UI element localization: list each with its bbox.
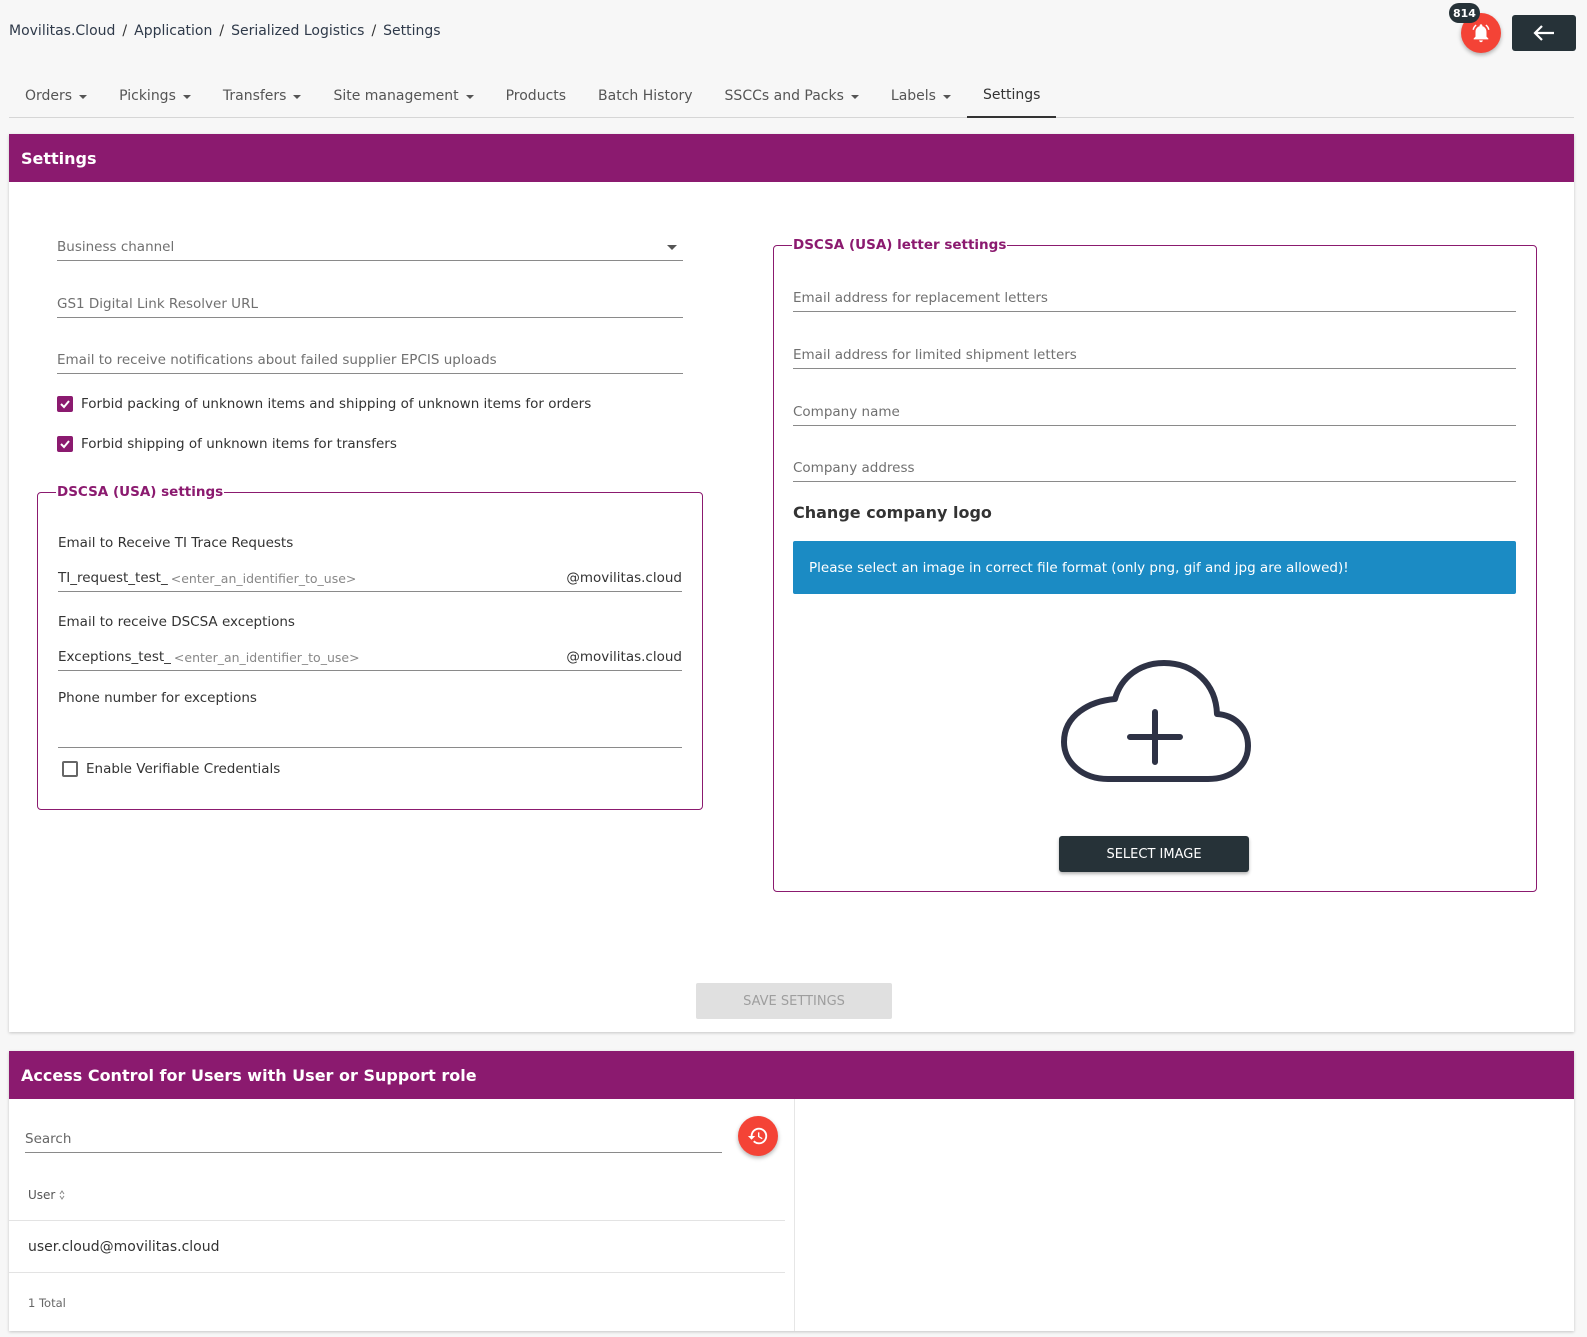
access-control-divider xyxy=(794,1099,795,1331)
forbid-packing-checkbox-row[interactable]: Forbid packing of unknown items and ship… xyxy=(57,396,591,412)
save-settings-button[interactable]: SAVE SETTINGS xyxy=(696,983,892,1019)
table-row-divider xyxy=(9,1272,785,1273)
exceptions-phone-label: Phone number for exceptions xyxy=(58,690,257,706)
select-image-button[interactable]: SELECT IMAGE xyxy=(1059,836,1249,872)
caret-down-icon xyxy=(182,95,191,99)
company-address-input[interactable]: Company address xyxy=(793,456,1516,482)
table-total: 1 Total xyxy=(28,1296,66,1310)
forbid-packing-label: Forbid packing of unknown items and ship… xyxy=(81,396,592,412)
settings-card-title: Settings xyxy=(9,134,1574,182)
tab-labels[interactable]: Labels xyxy=(875,74,967,118)
cloud-upload-icon xyxy=(1061,660,1251,782)
tab-label: Orders xyxy=(25,88,73,104)
breadcrumb-separator: / xyxy=(371,23,377,39)
image-format-info: Please select an image in correct file f… xyxy=(793,541,1516,594)
ti-trace-email-input[interactable]: TI_request_test_ <enter_an_identifier_to… xyxy=(58,566,682,592)
tab-settings[interactable]: Settings xyxy=(966,74,1057,118)
tab-ssccs-and-packs[interactable]: SSCCs and Packs xyxy=(709,74,875,118)
table-row[interactable]: user.cloud@movilitas.cloud xyxy=(28,1239,220,1255)
ti-trace-email-placeholder: <enter_an_identifier_to_use> xyxy=(170,571,357,586)
ti-trace-email-prefix: TI_request_test_ xyxy=(58,570,168,586)
tab-pickings[interactable]: Pickings xyxy=(103,74,207,118)
bell-icon xyxy=(1472,24,1490,43)
forbid-shipping-checkbox-row[interactable]: Forbid shipping of unknown items for tra… xyxy=(57,436,397,452)
dscsa-exceptions-email-prefix: Exceptions_test_ xyxy=(58,649,171,665)
replacement-letters-email-input[interactable]: Email address for replacement letters xyxy=(793,286,1516,312)
breadcrumb-item[interactable]: Movilitas.Cloud xyxy=(9,23,115,39)
company-name-input[interactable]: Company name xyxy=(793,400,1516,426)
tab-label: Products xyxy=(505,88,567,104)
dscsa-settings-legend: DSCSA (USA) settings xyxy=(57,484,224,500)
dscsa-exceptions-email-suffix: @movilitas.cloud xyxy=(566,649,682,665)
forbid-packing-checkbox[interactable] xyxy=(57,396,73,412)
tab-label: Pickings xyxy=(119,88,176,104)
business-channel-select[interactable]: Business channel xyxy=(57,235,683,261)
caret-down-icon xyxy=(465,95,474,99)
dscsa-exceptions-email-label: Email to receive DSCSA exceptions xyxy=(58,614,295,630)
tab-orders[interactable]: Orders xyxy=(9,74,103,118)
tab-products[interactable]: Products xyxy=(490,74,582,118)
access-control-card: Access Control for Users with User or Su… xyxy=(9,1051,1574,1331)
breadcrumb-separator: / xyxy=(122,23,128,39)
caret-down-icon xyxy=(942,95,951,99)
tab-site-management[interactable]: Site management xyxy=(317,74,489,118)
breadcrumb-item[interactable]: Application xyxy=(134,23,212,39)
caret-down-icon xyxy=(79,95,88,99)
business-channel-label: Business channel xyxy=(57,239,175,255)
access-control-title: Access Control for Users with User or Su… xyxy=(9,1051,1574,1099)
caret-down-icon xyxy=(850,95,859,99)
forbid-shipping-label: Forbid shipping of unknown items for tra… xyxy=(81,436,397,452)
table-header-divider xyxy=(9,1220,785,1221)
caret-down-icon xyxy=(293,95,302,99)
company-address-placeholder: Company address xyxy=(793,460,915,476)
change-logo-title: Change company logo xyxy=(793,503,992,522)
breadcrumb-item[interactable]: Serialized Logistics xyxy=(231,23,364,39)
user-column-header[interactable]: User xyxy=(28,1188,65,1202)
search-input[interactable]: Search xyxy=(25,1127,722,1153)
breadcrumb-separator: / xyxy=(219,23,225,39)
check-icon xyxy=(60,400,70,409)
user-column-label: User xyxy=(28,1188,56,1202)
breadcrumb-current: Settings xyxy=(383,23,441,39)
limited-shipment-email-input[interactable]: Email address for limited shipment lette… xyxy=(793,343,1516,369)
tab-label: Settings xyxy=(982,87,1041,103)
dscsa-exceptions-email-input[interactable]: Exceptions_test_ <enter_an_identifier_to… xyxy=(58,645,682,671)
caret-down-icon xyxy=(667,245,677,250)
epcis-email-input[interactable]: Email to receive notifications about fai… xyxy=(57,348,683,374)
verifiable-credentials-checkbox-row[interactable]: Enable Verifiable Credentials xyxy=(62,761,280,777)
arrow-left-icon xyxy=(1533,25,1554,41)
verifiable-credentials-label: Enable Verifiable Credentials xyxy=(86,761,281,777)
history-icon xyxy=(747,1127,768,1145)
search-placeholder: Search xyxy=(25,1131,72,1147)
verifiable-credentials-checkbox[interactable] xyxy=(62,761,78,777)
exceptions-phone-input[interactable] xyxy=(58,722,682,748)
gs1-url-input[interactable]: GS1 Digital Link Resolver URL xyxy=(57,292,683,318)
main-tabs: Orders Pickings Transfers Site managemen… xyxy=(9,74,1574,118)
tab-label: SSCCs and Packs xyxy=(724,88,844,104)
breadcrumb: Movilitas.Cloud / Application / Serializ… xyxy=(9,23,441,39)
notification-count-badge: 814 xyxy=(1449,3,1480,23)
tab-label: Labels xyxy=(890,88,936,104)
ti-trace-email-label: Email to Receive TI Trace Requests xyxy=(58,535,294,551)
upload-area[interactable] xyxy=(1058,658,1252,784)
tab-label: Transfers xyxy=(222,88,287,104)
tab-label: Site management xyxy=(333,88,459,104)
dscsa-letter-settings-legend: DSCSA (USA) letter settings xyxy=(793,237,1007,253)
limited-shipment-email-placeholder: Email address for limited shipment lette… xyxy=(793,347,1077,363)
sort-icon xyxy=(59,1190,65,1200)
history-button[interactable] xyxy=(738,1116,778,1156)
tab-batch-history[interactable]: Batch History xyxy=(582,74,709,118)
forbid-shipping-checkbox[interactable] xyxy=(57,436,73,452)
check-icon xyxy=(60,440,70,449)
tab-transfers[interactable]: Transfers xyxy=(207,74,318,118)
gs1-url-placeholder: GS1 Digital Link Resolver URL xyxy=(57,296,258,312)
company-name-placeholder: Company name xyxy=(793,404,900,420)
tab-label: Batch History xyxy=(598,88,693,104)
ti-trace-email-suffix: @movilitas.cloud xyxy=(566,570,682,586)
epcis-email-placeholder: Email to receive notifications about fai… xyxy=(57,352,497,368)
replacement-letters-email-placeholder: Email address for replacement letters xyxy=(793,290,1048,306)
back-button[interactable] xyxy=(1512,15,1576,51)
dscsa-exceptions-email-placeholder: <enter_an_identifier_to_use> xyxy=(173,650,360,665)
